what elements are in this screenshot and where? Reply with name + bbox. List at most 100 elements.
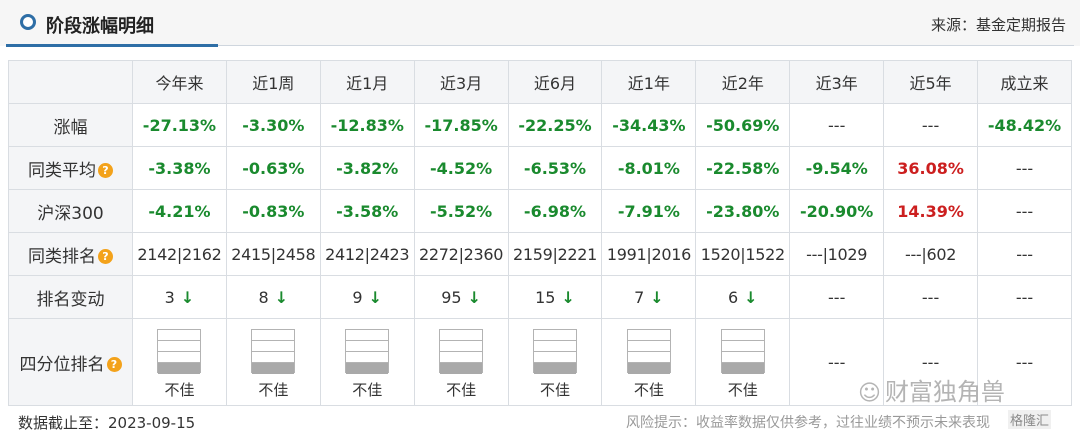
rank-change-cell: --- (977, 275, 1072, 319)
down-arrow-icon: ↓ (650, 287, 664, 307)
value-cell: -22.58% (695, 146, 791, 190)
rank-cell: 2412|2423 (319, 232, 415, 276)
value-text: -34.43% (612, 115, 686, 135)
rank-change-cell: 15 ↓ (507, 275, 603, 319)
rank-change-value: --- (1015, 287, 1034, 307)
quartile-bar-icon (251, 329, 296, 374)
watermark-logo: 格隆汇 (1008, 410, 1052, 429)
value-text: -4.52% (430, 158, 493, 178)
table-row-gain: 涨幅 -27.13% -3.30% -12.83% -17.85% -22.25% -34.… (8, 103, 1072, 147)
column-header-label: 近6月 (533, 74, 577, 93)
value-cell: --- (883, 103, 979, 147)
column-header: 成立来 (977, 60, 1072, 104)
row-label: 涨幅 (8, 103, 133, 147)
rank-change-value: 7 (634, 287, 645, 307)
header-divider (218, 45, 1074, 46)
column-header: 近5年 (883, 60, 979, 104)
value-text: -4.21% (148, 201, 211, 221)
quartile-text: 不佳 (352, 381, 383, 399)
value-text: -3.30% (242, 115, 305, 135)
quartile-text: --- (921, 352, 940, 372)
row-label-text: 同类排名 (28, 246, 96, 267)
down-arrow-icon: ↓ (467, 287, 481, 307)
value-text: -5.52% (430, 201, 493, 221)
value-cell: -6.53% (507, 146, 603, 190)
rank-change-cell: 9 ↓ (319, 275, 415, 319)
help-icon[interactable]: ? (98, 163, 113, 178)
rank-cell: 2159|2221 (507, 232, 603, 276)
column-header-label: 今年来 (155, 74, 204, 93)
rank-text: ---|602 (904, 244, 957, 264)
row-label: 四分位排名? (8, 318, 133, 406)
value-cell: -3.82% (319, 146, 415, 190)
rank-cell: 2142|2162 (132, 232, 227, 276)
rank-text: 2415|2458 (231, 244, 316, 264)
row-label-text: 涨幅 (53, 117, 88, 138)
column-header-label: 近1周 (252, 74, 295, 93)
rank-cell: --- (977, 232, 1072, 276)
rank-text: 1991|2016 (606, 244, 691, 264)
quartile-text: 不佳 (540, 381, 571, 399)
value-text: -0.63% (242, 158, 305, 178)
rank-cell: 2415|2458 (225, 232, 321, 276)
rank-text: 2412|2423 (325, 244, 410, 264)
value-cell: -8.01% (601, 146, 697, 190)
help-icon[interactable]: ? (98, 249, 113, 264)
value-cell: -0.63% (225, 146, 321, 190)
value-cell: --- (977, 146, 1072, 190)
quartile-bar-icon (720, 329, 765, 374)
rank-text: 2272|2360 (419, 244, 504, 264)
rank-change-value: 8 (258, 287, 269, 307)
rank-cell: 1520|1522 (695, 232, 791, 276)
rank-cell: 2272|2360 (413, 232, 509, 276)
data-cutoff-date: 数据截止至：2023-09-15 (18, 414, 196, 432)
corner-cell (8, 60, 133, 104)
column-header: 近6月 (507, 60, 603, 104)
risk-disclaimer: 风险提示：收益率数据仅供参考，过往业绩不预示未来表现 (626, 415, 990, 431)
column-header-label: 近3月 (440, 74, 483, 93)
value-text: -22.58% (706, 158, 780, 178)
quartile-text: 不佳 (446, 381, 477, 399)
value-text: -6.98% (523, 201, 587, 221)
value-cell: -17.85% (413, 103, 509, 147)
value-cell: -4.21% (132, 189, 227, 233)
value-cell: 36.08% (883, 146, 979, 190)
quartile-cell: 不佳 (225, 318, 321, 406)
value-text: -7.91% (617, 201, 680, 221)
value-cell: --- (977, 189, 1072, 233)
rank-change-value: --- (828, 287, 846, 307)
row-label: 同类排名? (8, 232, 133, 276)
value-text: -3.38% (148, 158, 211, 178)
help-icon[interactable]: ? (106, 357, 122, 372)
table-row-rank-change: 排名变动 3 ↓ 8 ↓ 9 ↓ 95 ↓ 15 ↓ 7 ↓ 6 ↓ --- --- --- (8, 275, 1072, 319)
row-label-text: 同类平均 (28, 160, 96, 181)
column-header: 今年来 (132, 60, 227, 104)
table-row-peer_avg: 同类平均? -3.38% -0.63% -3.82% -4.52% -6.53% -8.01… (8, 146, 1072, 190)
performance-table: 今年来 近1周 近1月 近3月 近6月 近1年 近2年 近3年 近5年 成立来 涨幅 -27.13% -… (8, 60, 1072, 406)
row-label: 沪深300 (8, 189, 133, 233)
row-label-text: 沪深300 (37, 203, 104, 224)
value-text: -6.53% (523, 158, 587, 178)
value-cell: -5.52% (413, 189, 509, 233)
rank-change-cell: 3 ↓ (132, 275, 227, 319)
value-text: --- (1015, 158, 1034, 178)
value-cell: -22.25% (507, 103, 603, 147)
value-text: -0.83% (242, 201, 305, 221)
row-label: 排名变动 (8, 275, 133, 319)
value-text: -50.69% (706, 115, 780, 135)
quartile-cell: 不佳 (507, 318, 603, 406)
value-cell: -4.52% (413, 146, 509, 190)
quartile-text: --- (1015, 352, 1034, 372)
rank-change-cell: 7 ↓ (601, 275, 697, 319)
value-cell: -3.58% (319, 189, 415, 233)
table-row-hs300: 沪深300 -4.21% -0.83% -3.58% -5.52% -6.98% -7.91… (8, 189, 1072, 233)
value-cell: -34.43% (601, 103, 697, 147)
rank-change-cell: 95 ↓ (413, 275, 509, 319)
rank-change-value: 3 (164, 287, 175, 307)
circle-marker-icon (20, 14, 36, 30)
column-header-label: 近5年 (909, 74, 952, 93)
rank-change-value: 6 (727, 287, 739, 307)
value-text: -22.25% (518, 115, 592, 135)
quartile-cell: 不佳 (695, 318, 791, 406)
section-header: 阶段涨幅明细 来源：基金定期报告 (0, 0, 1080, 47)
